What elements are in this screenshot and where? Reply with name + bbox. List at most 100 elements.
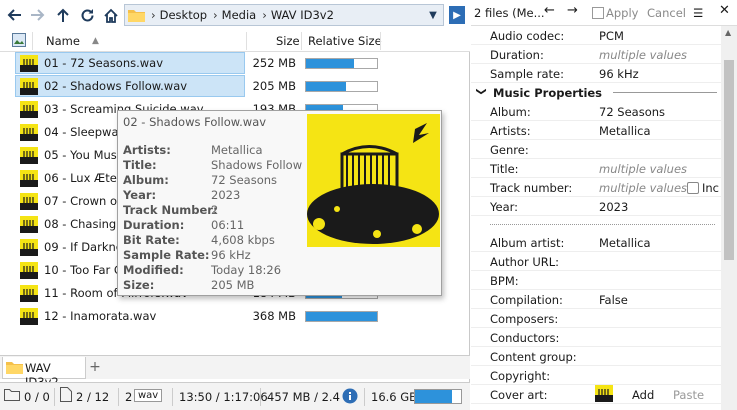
- property-row[interactable]: Title: multiple values: [471, 159, 721, 178]
- property-value[interactable]: 2023: [599, 200, 628, 214]
- album-thumbnail-icon: [20, 262, 38, 279]
- file-name: 01 - 72 Seasons.wav: [44, 56, 164, 70]
- cancel-button[interactable]: Cancel: [647, 6, 686, 20]
- property-row[interactable]: Genre:: [471, 140, 721, 159]
- total-duration: 13:50 / 1:17:06: [179, 390, 268, 404]
- file-size: 205 MB: [252, 79, 296, 93]
- album-thumbnail-icon: [20, 170, 38, 187]
- property-row[interactable]: Audio codec: PCM: [471, 26, 721, 45]
- tooltip-value: 06:11: [211, 218, 245, 232]
- column-header: Name ▲ Size Relative Size: [0, 30, 470, 52]
- paste-cover-button[interactable]: Paste: [673, 388, 704, 402]
- property-row[interactable]: Content group:: [471, 347, 721, 366]
- tooltip-label: Artists:: [123, 143, 171, 157]
- property-row[interactable]: Year: 2023: [471, 197, 721, 216]
- property-value[interactable]: multiple values: [599, 181, 687, 195]
- up-arrow-icon[interactable]: [52, 4, 74, 26]
- close-icon[interactable]: ✕: [719, 3, 730, 18]
- checkbox-icon: [592, 7, 604, 19]
- property-row[interactable]: Composers:: [471, 309, 721, 328]
- breadcrumb-separator-icon: ›: [151, 8, 156, 22]
- property-value[interactable]: PCM: [599, 29, 624, 43]
- properties-pane: 2 files (Me... ← → Apply Cancel ☰ ✕ Audi…: [471, 0, 737, 410]
- breadcrumb-item[interactable]: Media: [222, 8, 257, 22]
- toggle-panel-icon[interactable]: ▶: [449, 6, 465, 24]
- info-icon[interactable]: [342, 388, 358, 407]
- checkbox-icon: [687, 182, 699, 194]
- vertical-scrollbar[interactable]: ▲: [721, 26, 737, 410]
- next-arrow-icon[interactable]: →: [567, 3, 578, 18]
- add-tab-icon[interactable]: +: [88, 359, 102, 375]
- tab-wav-id3v2[interactable]: WAV ID3v2: [2, 357, 86, 389]
- property-value[interactable]: Metallica: [599, 124, 651, 138]
- tooltip-title: 02 - Shadows Follow.wav: [123, 115, 267, 129]
- property-key: Year:: [490, 200, 519, 214]
- add-cover-button[interactable]: Add: [632, 388, 654, 402]
- property-value[interactable]: multiple values: [599, 162, 687, 176]
- forward-arrow-icon[interactable]: [27, 4, 49, 26]
- property-row[interactable]: Album artist: Metallica: [471, 233, 721, 252]
- property-row[interactable]: Album: 72 Seasons: [471, 102, 721, 121]
- breadcrumb-item[interactable]: Desktop: [160, 8, 207, 22]
- column-name-header[interactable]: Name: [46, 34, 80, 48]
- folder-icon: [128, 8, 145, 22]
- column-size-header[interactable]: Size: [276, 34, 300, 48]
- property-row[interactable]: Copyright:: [471, 366, 721, 385]
- file-row[interactable]: 12 - Inamorata.wav 368 MB: [0, 305, 470, 328]
- selection-title: 2 files (Me...: [474, 6, 545, 20]
- property-row[interactable]: BPM:: [471, 271, 721, 290]
- property-row[interactable]: Artists: Metallica: [471, 121, 721, 140]
- property-key: Album:: [490, 105, 531, 119]
- property-value[interactable]: False: [599, 293, 628, 307]
- album-thumbnail-icon: [20, 308, 38, 325]
- property-value[interactable]: Metallica: [599, 236, 651, 250]
- back-arrow-icon[interactable]: [3, 4, 25, 26]
- tooltip-label: Sample Rate:: [123, 248, 210, 262]
- property-row[interactable]: Conductors:: [471, 328, 721, 347]
- tooltip-value: 4,608 kbps: [211, 233, 275, 247]
- thumbnail-view-icon[interactable]: [12, 33, 26, 47]
- file-row[interactable]: 02 - Shadows Follow.wav 205 MB: [0, 75, 470, 98]
- refresh-icon[interactable]: [76, 4, 98, 26]
- property-key: Duration:: [490, 48, 544, 62]
- free-space: 16.6 GB: [371, 390, 418, 404]
- file-count: 2 / 12: [76, 390, 110, 404]
- breadcrumb-item[interactable]: WAV ID3v2: [271, 8, 334, 22]
- property-row[interactable]: Compilation: False: [471, 290, 721, 309]
- section-music-properties[interactable]: ❯ Music Properties: [471, 83, 721, 102]
- apply-button[interactable]: Apply: [592, 6, 638, 20]
- file-type-badge: wav: [134, 389, 163, 402]
- relative-size-bar: [305, 58, 378, 69]
- chevron-down-icon[interactable]: ▼: [425, 6, 441, 24]
- property-row[interactable]: Track number: multiple values Inc: [471, 178, 721, 197]
- previous-arrow-icon[interactable]: ←: [544, 3, 555, 18]
- property-row[interactable]: Sample rate: 96 kHz: [471, 64, 721, 83]
- property-key: Cover art:: [490, 388, 548, 402]
- file-row[interactable]: 01 - 72 Seasons.wav 252 MB: [0, 52, 470, 75]
- property-key: Content group:: [490, 350, 577, 364]
- folder-icon: [6, 361, 23, 374]
- address-bar[interactable]: › Desktop › Media › WAV ID3v2 ▼: [124, 4, 444, 26]
- property-value[interactable]: 96 kHz: [599, 67, 639, 81]
- tooltip-value: 2023: [211, 188, 241, 202]
- property-value[interactable]: multiple values: [599, 48, 687, 62]
- file-name: 12 - Inamorata.wav: [44, 309, 157, 323]
- menu-icon[interactable]: ☰: [693, 6, 703, 20]
- property-key: Artists:: [490, 124, 531, 138]
- tooltip-label: Album:: [123, 173, 169, 187]
- property-row[interactable]: Cover art: Add Paste: [471, 385, 721, 404]
- tooltip-label: Bit Rate:: [123, 233, 180, 247]
- property-key: Sample rate:: [490, 67, 565, 81]
- column-relative-size-header[interactable]: Relative Size: [308, 34, 382, 48]
- album-thumbnail-icon: [20, 78, 38, 95]
- property-row[interactable]: Author URL:: [471, 252, 721, 271]
- property-row[interactable]: Duration: multiple values: [471, 45, 721, 64]
- file-browser-pane: › Desktop › Media › WAV ID3v2 ▼ ▶ Name ▲ Size…: [0, 0, 470, 410]
- home-icon[interactable]: [100, 4, 122, 26]
- status-bar: 0 / 0 2 / 12 2 wav 13:50 / 1:17:06 457 M…: [0, 382, 470, 410]
- scroll-up-icon[interactable]: ▲: [725, 28, 731, 37]
- tooltip-value: 96 kHz: [211, 248, 251, 262]
- scrollbar-thumb[interactable]: [724, 60, 734, 260]
- property-value[interactable]: 72 Seasons: [599, 105, 665, 119]
- include-checkbox[interactable]: Inc: [687, 181, 719, 195]
